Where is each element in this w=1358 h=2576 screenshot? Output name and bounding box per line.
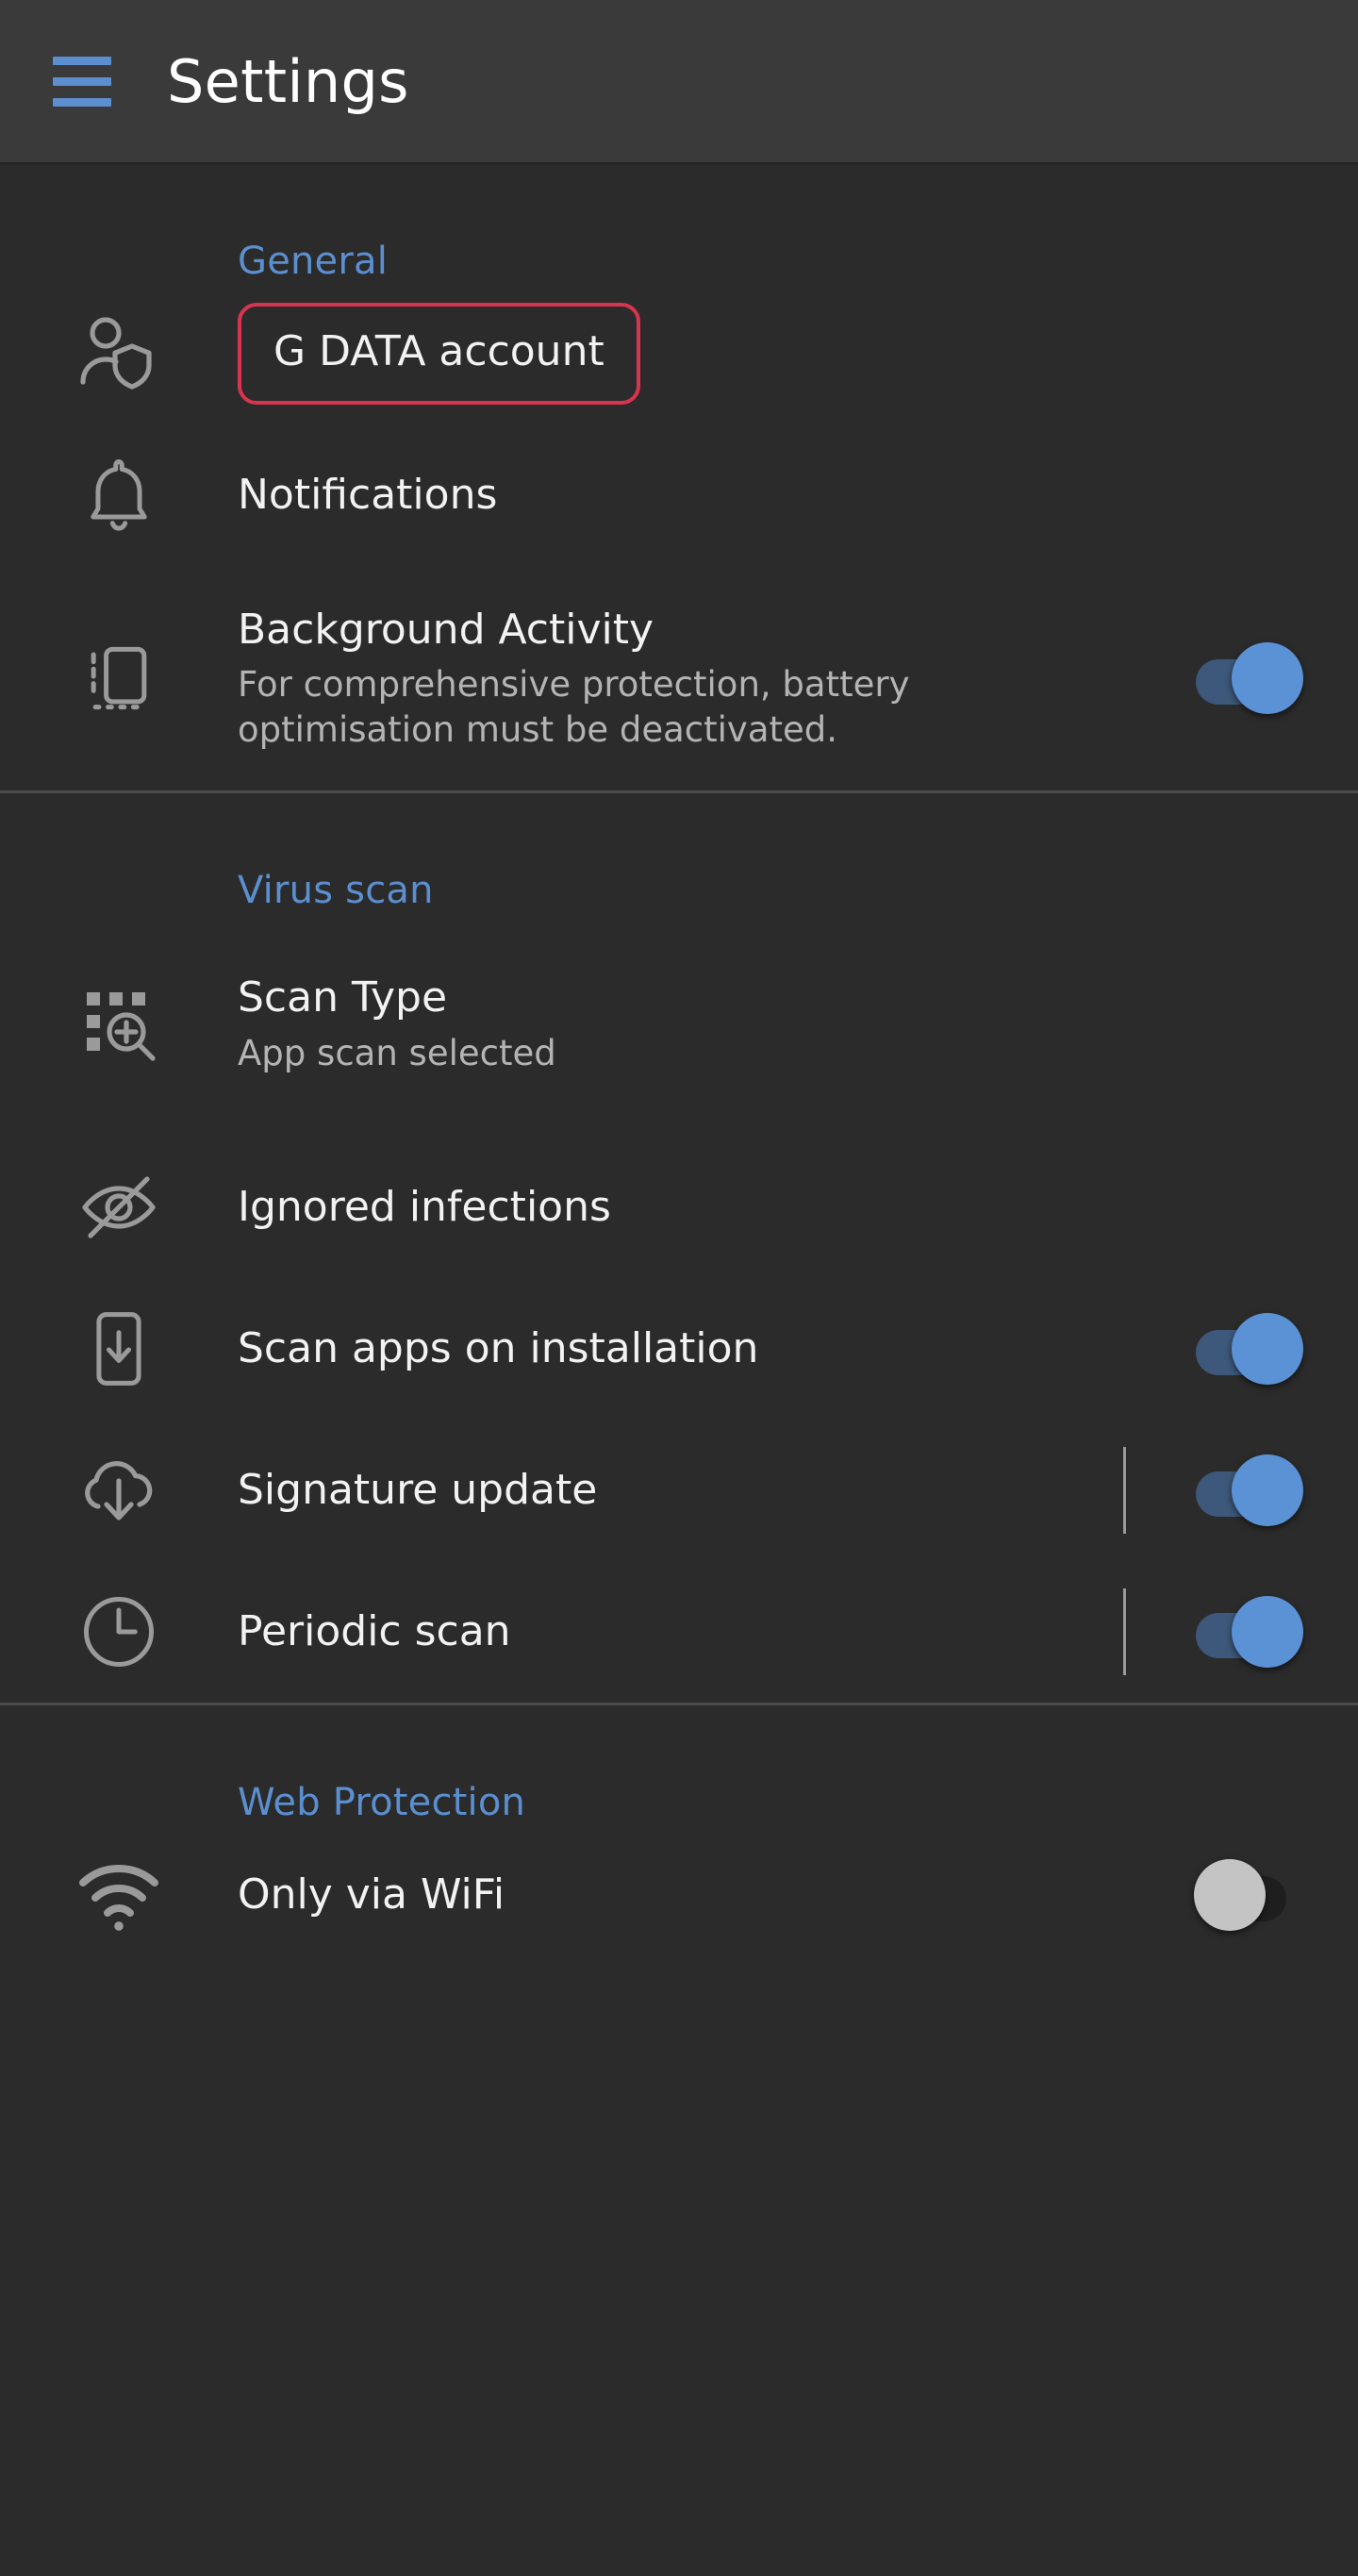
vertical-divider: [1123, 1588, 1126, 1675]
hamburger-menu-icon[interactable]: [53, 54, 111, 108]
toggle-switch[interactable]: [1194, 1859, 1301, 1931]
clock-icon: [0, 1588, 238, 1675]
phone-download-icon: [0, 1305, 238, 1392]
app-bar: Settings: [0, 0, 1358, 164]
row-body: Ignored infections: [238, 1182, 1117, 1233]
section-header: Web Protection: [238, 1781, 526, 1824]
row-body: Background Activity For comprehensive pro…: [238, 605, 1117, 752]
toggle-switch[interactable]: [1196, 642, 1303, 714]
background-activity-icon: [0, 635, 238, 722]
row-trailing: [1117, 1588, 1303, 1675]
row-trailing: [1117, 1313, 1303, 1385]
page-title: Settings: [167, 46, 409, 116]
cloud-download-icon: [0, 1445, 238, 1536]
row-body: Notifications: [238, 470, 1117, 521]
settings-row[interactable]: G DATA account: [0, 283, 1358, 424]
toggle-switch[interactable]: [1196, 1454, 1303, 1526]
row-trailing: [1117, 1447, 1303, 1534]
toggle-thumb: [1232, 1596, 1303, 1668]
highlight-outline[interactable]: G DATA account: [238, 303, 640, 405]
section-header: General: [238, 240, 389, 283]
settings-row[interactable]: Scan Type App scan selected: [0, 912, 1358, 1137]
settings-row[interactable]: Signature update: [0, 1420, 1358, 1561]
row-body: Signature update: [238, 1465, 1117, 1516]
row-subtitle: For comprehensive protection, battery op…: [238, 664, 910, 750]
settings-row[interactable]: Notifications: [0, 424, 1358, 566]
section-header: Virus scan: [238, 869, 434, 912]
row-title: Ignored infections: [238, 1183, 611, 1232]
row-body: G DATA account: [238, 303, 1117, 405]
row-title: Only via WiFi: [238, 1870, 505, 1920]
eye-off-icon: [0, 1162, 238, 1253]
row-body: Only via WiFi: [238, 1870, 1117, 1920]
settings-list: General G DATA account Notifications Bac…: [0, 164, 1358, 1966]
settings-row[interactable]: Periodic scan: [0, 1561, 1358, 1703]
row-trailing: [1117, 1859, 1301, 1931]
row-title: G DATA account: [273, 327, 604, 375]
settings-section: General G DATA account Notifications Bac…: [0, 164, 1358, 790]
settings-section: Web Protection Only via WiFi: [0, 1703, 1358, 1966]
row-subtitle: App scan selected: [238, 1033, 556, 1074]
toggle-thumb: [1194, 1859, 1266, 1931]
account-shield-icon: [0, 308, 238, 399]
row-body: Scan Type App scan selected: [238, 972, 1117, 1075]
hamburger-bar: [53, 97, 111, 107]
bell-icon: [0, 452, 238, 539]
settings-row[interactable]: Background Activity For comprehensive pro…: [0, 566, 1358, 790]
row-title: Signature update: [238, 1466, 598, 1515]
toggle-thumb: [1232, 1454, 1303, 1526]
hamburger-bar: [53, 76, 111, 86]
wifi-icon: [0, 1850, 238, 1940]
vertical-divider: [1123, 1447, 1126, 1534]
toggle-switch[interactable]: [1196, 1596, 1303, 1668]
settings-row[interactable]: Only via WiFi: [0, 1824, 1358, 1966]
toggle-switch[interactable]: [1196, 1313, 1303, 1385]
row-body: Scan apps on installation: [238, 1323, 1117, 1374]
toggle-thumb: [1232, 642, 1303, 714]
row-title: Scan Type: [238, 973, 448, 1022]
row-title: Background Activity: [238, 605, 654, 654]
toggle-thumb: [1232, 1313, 1303, 1385]
settings-row[interactable]: Ignored infections: [0, 1137, 1358, 1278]
hamburger-bar: [53, 56, 111, 65]
bottom-spacer: [0, 1966, 1358, 2173]
settings-section: Virus scan Scan Type App scan selected Ig…: [0, 790, 1358, 1703]
scan-type-icon: [0, 979, 238, 1070]
row-trailing: [1117, 642, 1303, 714]
row-title: Periodic scan: [238, 1607, 511, 1656]
row-title: Notifications: [238, 471, 498, 520]
settings-row[interactable]: Scan apps on installation: [0, 1278, 1358, 1420]
row-title: Scan apps on installation: [238, 1324, 759, 1373]
row-body: Periodic scan: [238, 1606, 1117, 1657]
